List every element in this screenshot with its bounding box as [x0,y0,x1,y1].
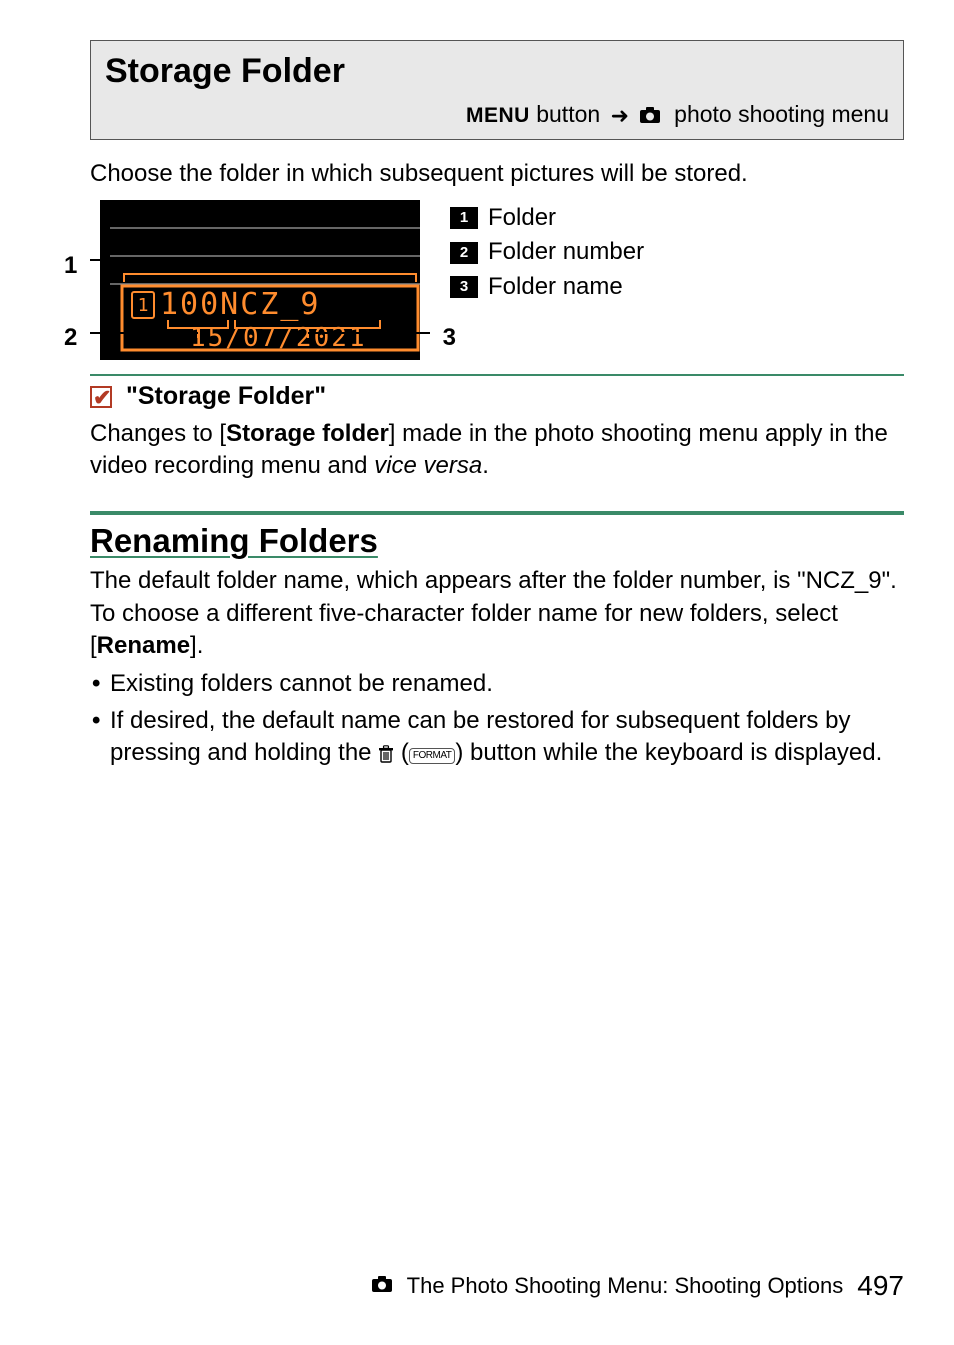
note-body: Changes to [Storage folder] made in the … [90,418,904,483]
chapter-title: The Photo Shooting Menu: Shooting Option… [407,1271,844,1301]
list-item: If desired, the default name can be rest… [90,705,904,773]
page-title: Storage Folder [105,49,889,95]
section-rule [90,511,904,515]
menu-button-label: MENU [466,104,530,127]
header-breadcrumb: MENU button ➜ photo shooting menu [91,97,903,139]
legend-label: Folder name [488,271,623,303]
section-heading: Renaming Folders [90,519,904,564]
note-pre: Changes to [ [90,420,226,447]
header-bar: Storage Folder MENU button ➜ photo shoot… [90,40,904,140]
page-footer: The Photo Shooting Menu: Shooting Option… [371,1267,904,1305]
note-post: . [482,452,489,479]
para-post: ]. [190,632,203,659]
legend-row: 3 Folder name [450,271,644,303]
callout-1: 1 [64,250,77,282]
note-em: vice versa [374,452,482,479]
para-bold: Rename [97,632,190,659]
camera-icon [639,101,667,127]
legend-num: 3 [450,276,478,298]
lcd-figure: 1 2 3 1 100NCZ_9 15/07/2021 [90,200,430,360]
header-top: Storage Folder [91,41,903,97]
list-item: Existing folders cannot be renamed. [90,668,904,700]
camera-icon [371,1271,393,1301]
legend-num: 2 [450,242,478,264]
legend-num: 1 [450,207,478,229]
note-bold: Storage folder [226,420,389,447]
page-number: 497 [857,1267,904,1305]
callout-2: 2 [64,322,77,354]
legend-label: Folder [488,202,556,234]
para-pre: The default folder name, which appears a… [90,567,897,659]
format-icon: FORMAT [409,748,455,764]
legend-label: Folder number [488,236,644,268]
bullet-text: Existing folders cannot be renamed. [110,670,493,697]
figure-legend: 1 Folder 2 Folder number 3 Folder name [450,200,644,305]
trash-icon [378,740,394,772]
intro-text: Choose the folder in which subsequent pi… [90,158,904,190]
figure-row: 1 2 3 1 100NCZ_9 15/07/2021 [90,200,904,360]
bullet-post: button while the keyboard is displayed. [463,739,882,766]
callout-3: 3 [443,322,456,354]
bullet-list: Existing folders cannot be renamed. If d… [90,668,904,772]
menu-button-suffix: button [530,101,600,127]
note-title: "Storage Folder" [126,380,326,414]
legend-row: 1 Folder [450,202,644,234]
svg-text:100NCZ_9: 100NCZ_9 [160,287,321,322]
section-para: The default folder name, which appears a… [90,565,904,662]
checkbox-icon [90,386,112,408]
lcd-svg: 1 100NCZ_9 15/07/2021 [90,200,430,360]
legend-row: 2 Folder number [450,236,644,268]
svg-text:1: 1 [138,295,149,316]
note-heading: "Storage Folder" [90,376,904,414]
breadcrumb-target: photo shooting menu [674,101,889,127]
arrow-right-icon: ➜ [611,103,629,128]
